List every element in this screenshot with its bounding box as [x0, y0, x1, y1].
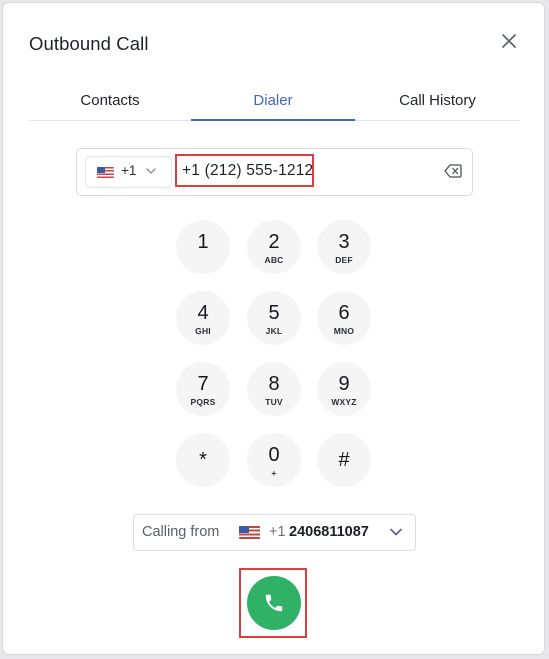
key-letters: GHI [195, 326, 211, 336]
tab-call-history[interactable]: Call History [355, 89, 520, 120]
key-star[interactable]: * [176, 433, 230, 487]
key-digit: # [338, 449, 350, 471]
key-digit: 4 [197, 302, 209, 324]
key-digit: 6 [338, 302, 350, 324]
key-5[interactable]: 5 JKL [247, 291, 301, 345]
chevron-down-icon [146, 168, 156, 174]
key-0[interactable]: 0 + [247, 433, 301, 487]
key-letters: ABC [264, 255, 284, 265]
key-letters: MNO [333, 326, 355, 336]
key-letters: TUV [265, 397, 283, 407]
key-digit: 0 [268, 444, 280, 466]
tab-bar: Contacts Dialer Call History [29, 89, 520, 121]
key-digit: * [199, 449, 207, 471]
phone-number-input[interactable] [175, 154, 314, 187]
calling-from-label: Calling from [142, 524, 220, 540]
key-digit: 3 [338, 231, 350, 253]
backspace-icon[interactable] [444, 164, 462, 178]
close-icon [502, 34, 516, 48]
key-digit: 5 [268, 302, 280, 324]
country-code-label: +1 [121, 163, 137, 178]
key-digit: 8 [268, 373, 280, 395]
close-button[interactable] [497, 29, 521, 53]
dialog-title: Outbound Call [29, 33, 149, 54]
key-letters: JKL [265, 326, 283, 336]
key-letters: PQRS [190, 397, 216, 407]
us-flag-icon [97, 167, 114, 178]
tab-contacts[interactable]: Contacts [29, 89, 191, 120]
key-letters: + [271, 468, 277, 478]
key-digit: 2 [268, 231, 280, 253]
key-3[interactable]: 3 DEF [317, 220, 371, 274]
key-9[interactable]: 9 WXYZ [317, 362, 371, 416]
calling-from-number: 2406811087 [289, 524, 369, 540]
key-hash[interactable]: # [317, 433, 371, 487]
key-1[interactable]: 1 [176, 220, 230, 274]
tab-dialer[interactable]: Dialer [191, 89, 355, 121]
key-digit: 1 [197, 231, 209, 253]
key-7[interactable]: 7 PQRS [176, 362, 230, 416]
calling-from-select[interactable]: Calling from +1 2406811087 [133, 514, 416, 551]
key-4[interactable]: 4 GHI [176, 291, 230, 345]
us-flag-icon [239, 526, 260, 539]
outbound-call-dialog: Outbound Call Contacts Dialer Call Histo… [3, 3, 544, 654]
chevron-down-icon [390, 528, 402, 536]
key-2[interactable]: 2 ABC [247, 220, 301, 274]
key-6[interactable]: 6 MNO [317, 291, 371, 345]
call-button[interactable] [247, 576, 301, 630]
calling-from-prefix: +1 [269, 524, 286, 540]
key-8[interactable]: 8 TUV [247, 362, 301, 416]
key-digit: 9 [338, 373, 350, 395]
phone-icon [265, 594, 283, 612]
key-letters: WXYZ [331, 397, 357, 407]
key-digit: 7 [197, 373, 209, 395]
country-code-select[interactable]: +1 [85, 156, 172, 188]
phone-number-field: +1 [76, 148, 473, 196]
key-letters: DEF [335, 255, 353, 265]
